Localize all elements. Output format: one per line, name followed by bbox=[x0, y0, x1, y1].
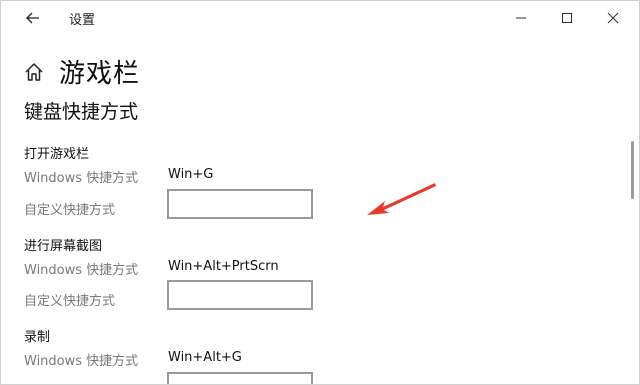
group-heading: 打开游戏栏 bbox=[24, 147, 90, 162]
maximize-icon bbox=[562, 13, 572, 23]
custom-shortcut-input[interactable] bbox=[167, 189, 313, 219]
custom-shortcut-label: 自定义快捷方式 bbox=[24, 203, 116, 218]
custom-shortcut-input[interactable] bbox=[167, 280, 313, 310]
page-title: 游戏栏 bbox=[59, 59, 141, 89]
maximize-button[interactable] bbox=[544, 1, 590, 35]
section-title: 键盘快捷方式 bbox=[24, 101, 139, 123]
title-bar: 设置 bbox=[1, 1, 639, 35]
page-header: 游戏栏 bbox=[1, 51, 639, 95]
settings-window: 设置 游戏栏 键盘快捷方式 打开游戏栏 Windows 快捷方式 Win+G 自… bbox=[0, 0, 640, 385]
group-heading: 录制 bbox=[24, 330, 51, 345]
window-title: 设置 bbox=[69, 13, 96, 28]
home-icon bbox=[25, 63, 43, 81]
scrollbar-thumb[interactable] bbox=[631, 141, 634, 199]
group-heading: 进行屏幕截图 bbox=[24, 239, 103, 254]
close-icon bbox=[607, 12, 619, 24]
windows-shortcut-label: Windows 快捷方式 bbox=[24, 171, 139, 186]
custom-shortcut-label: 自定义快捷方式 bbox=[24, 294, 116, 309]
windows-shortcut-label: Windows 快捷方式 bbox=[24, 263, 139, 278]
windows-shortcut-value: Win+Alt+PrtScrn bbox=[168, 259, 279, 274]
settings-content: 键盘快捷方式 打开游戏栏 Windows 快捷方式 Win+G 自定义快捷方式 … bbox=[1, 95, 627, 384]
minimize-icon bbox=[516, 17, 526, 19]
back-arrow-icon bbox=[26, 12, 39, 24]
back-button[interactable] bbox=[17, 5, 49, 31]
windows-shortcut-label: Windows 快捷方式 bbox=[24, 354, 139, 369]
custom-shortcut-input[interactable] bbox=[167, 372, 313, 384]
red-arrow-annotation-icon bbox=[367, 183, 436, 215]
minimize-button[interactable] bbox=[498, 1, 544, 35]
close-button[interactable] bbox=[590, 1, 636, 35]
windows-shortcut-value: Win+G bbox=[168, 167, 214, 182]
windows-shortcut-value: Win+Alt+G bbox=[168, 350, 242, 365]
vertical-scrollbar[interactable] bbox=[627, 95, 639, 384]
